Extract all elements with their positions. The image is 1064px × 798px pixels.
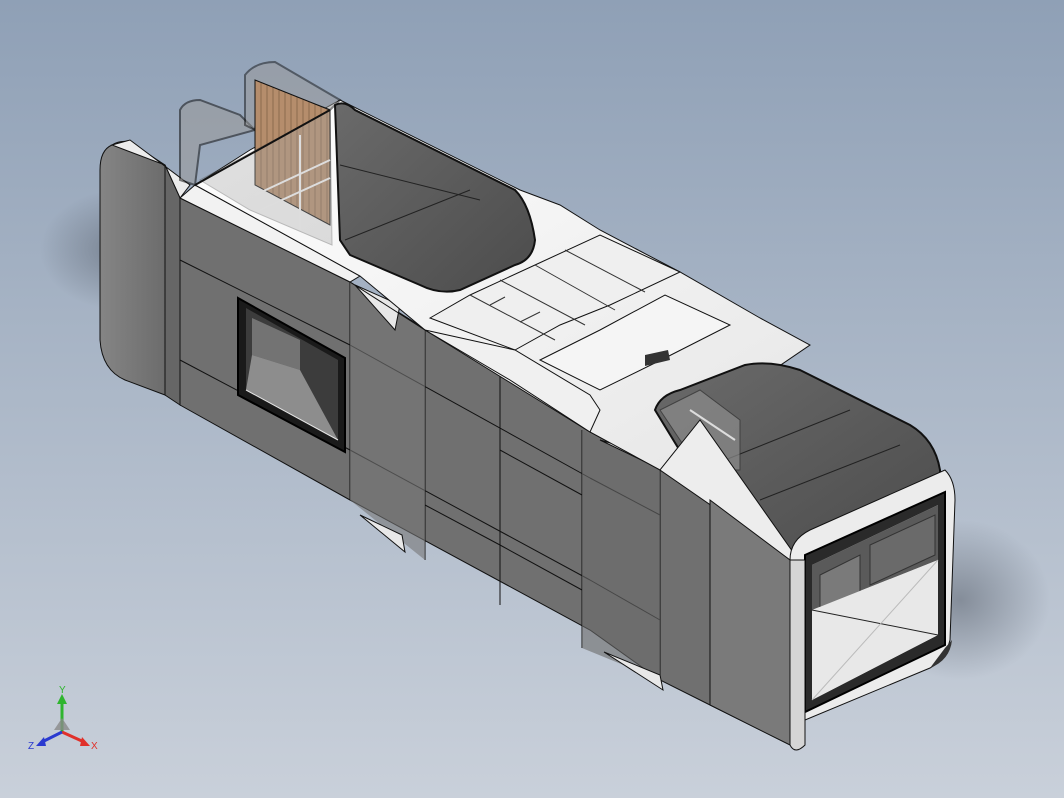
triad-z-axis: Z	[28, 730, 63, 752]
view-orientation-triad[interactable]: Y X Z	[24, 682, 108, 758]
triad-x-axis: X	[61, 730, 98, 752]
triad-origin-cone	[54, 718, 70, 730]
graphics-viewport[interactable]: Y X Z	[0, 0, 1064, 798]
left-end-cap[interactable]	[99, 139, 191, 406]
triad-x-label: X	[91, 741, 98, 752]
cad-model-capsule-house[interactable]	[0, 0, 1064, 798]
triad-y-label: Y	[59, 685, 66, 696]
triad-z-label: Z	[28, 741, 34, 752]
